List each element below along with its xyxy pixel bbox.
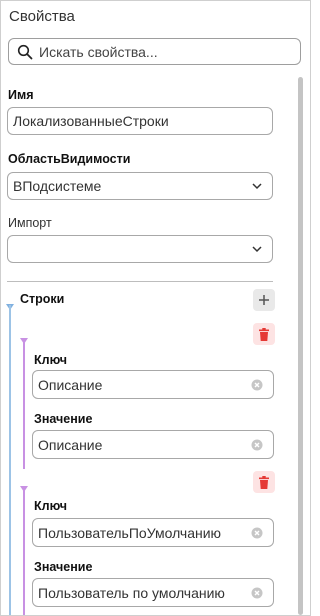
search-box[interactable] [8, 38, 301, 65]
key-field[interactable]: Описание [32, 370, 274, 399]
scope-value: ВПодсистеме [13, 178, 102, 194]
clear-icon[interactable] [251, 527, 263, 539]
key-value: ПользовательПоУмолчанию [38, 524, 222, 541]
tree-line [23, 487, 25, 615]
scope-select[interactable]: ВПодсистеме [7, 172, 273, 200]
value-label: Значение [34, 412, 93, 426]
scope-label: ОбластьВидимости [8, 152, 131, 166]
key-value: Описание [38, 376, 103, 393]
clear-icon[interactable] [251, 379, 263, 391]
delete-item-button[interactable] [253, 471, 275, 493]
value-field[interactable]: Пользователь по умолчанию [32, 578, 274, 607]
key-field[interactable]: ПользовательПоУмолчанию [32, 518, 274, 547]
key-label: Ключ [34, 353, 68, 367]
search-icon [17, 44, 33, 60]
properties-panel: Свойства Имя ЛокализованныеСтроки Област… [0, 0, 311, 616]
value-value: Пользователь по умолчанию [38, 584, 225, 601]
tree-line [9, 305, 11, 615]
plus-icon [259, 295, 269, 305]
divider [7, 281, 273, 282]
delete-item-button[interactable] [253, 323, 275, 345]
import-label: Импорт [8, 216, 52, 230]
key-label: Ключ [34, 499, 68, 513]
tree-line [23, 339, 25, 469]
value-value: Описание [38, 436, 103, 453]
trash-icon [259, 475, 269, 489]
name-value: ЛокализованныеСтроки [13, 113, 169, 129]
panel-title: Свойства [9, 8, 75, 25]
import-select[interactable] [7, 235, 273, 263]
name-label: Имя [8, 88, 34, 102]
clear-icon[interactable] [251, 587, 263, 599]
search-input[interactable] [39, 43, 279, 60]
trash-icon [259, 327, 269, 341]
strings-section-label: Строки [20, 292, 65, 306]
value-field[interactable]: Описание [32, 430, 274, 459]
name-field[interactable]: ЛокализованныеСтроки [7, 107, 273, 135]
chevron-down-icon [250, 242, 264, 256]
clear-icon[interactable] [251, 439, 263, 451]
chevron-down-icon [250, 179, 264, 193]
value-label: Значение [34, 560, 93, 574]
scrollbar[interactable] [298, 77, 303, 615]
add-string-button[interactable] [253, 289, 275, 311]
